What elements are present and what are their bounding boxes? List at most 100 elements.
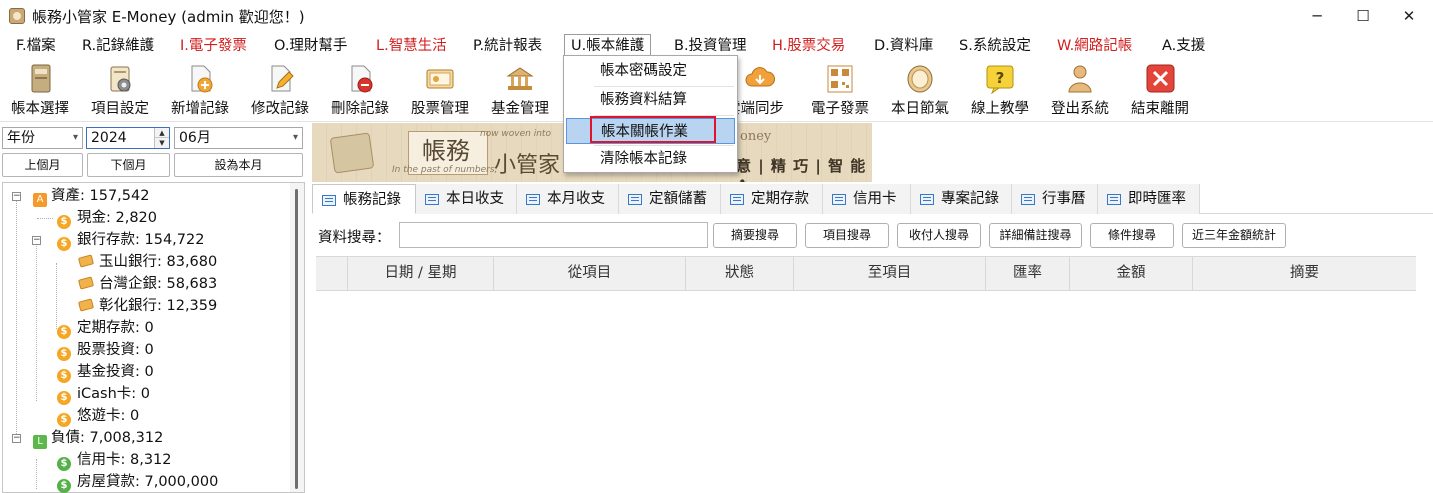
tab-exchange-rate[interactable]: 即時匯率 [1098, 184, 1200, 214]
tab-calendar[interactable]: 行事曆 [1012, 184, 1098, 214]
grid-header-selector[interactable] [316, 257, 348, 290]
dropdown-item-ledger-password[interactable]: 帳本密碼設定 [566, 58, 735, 84]
search-input[interactable] [399, 222, 708, 248]
tree-expander[interactable]: − [12, 434, 21, 443]
grid-header-date[interactable]: 日期 / 星期 [348, 257, 494, 290]
dropdown-item-clear-records[interactable]: 清除帳本記錄 [566, 146, 735, 172]
spin-up-icon[interactable]: ▲ [155, 128, 169, 138]
grid-header-from-item[interactable]: 從項目 [494, 257, 686, 290]
tree-node-assets[interactable]: A 資產: 157,542 [33, 185, 149, 207]
spin-down-icon[interactable]: ▼ [155, 138, 169, 148]
tree-node-fund-investment[interactable]: $ 基金投資: 0 [57, 361, 154, 383]
menu-file[interactable]: F.檔案 [10, 35, 62, 57]
grid-header-to-item[interactable]: 至項目 [794, 257, 986, 290]
tree-node-cash[interactable]: $ 現金: 2,820 [57, 207, 157, 229]
menu-reports[interactable]: P.統計報表 [467, 35, 548, 57]
tree-node-liabilities[interactable]: L 負債: 7,008,312 [33, 427, 163, 449]
menu-smart-life[interactable]: L.智慧生活 [370, 35, 453, 57]
tab-project-records[interactable]: 專案記錄 [911, 184, 1012, 214]
coin-icon: $ [57, 347, 71, 361]
payee-search-button[interactable]: 收付人搜尋 [897, 223, 981, 248]
menu-web-bookkeeping[interactable]: W.網路記帳 [1051, 35, 1138, 57]
edit-record-icon [264, 64, 296, 94]
account-tree[interactable]: − A 資產: 157,542 $ 現金: 2,820 − $ 銀行存款: 154,7… [2, 182, 305, 493]
grid-header-amount[interactable]: 金額 [1070, 257, 1193, 290]
tree-line [36, 241, 37, 401]
toolbar-item-settings[interactable]: 項目設定 [82, 62, 158, 120]
tree-node-credit-card[interactable]: $ 信用卡: 8,312 [57, 449, 172, 471]
card-icon [77, 298, 95, 312]
tree-node-bank-chb[interactable]: 彰化銀行: 12,359 [77, 295, 217, 317]
minimize-button[interactable]: ─ [1294, 0, 1340, 32]
toolbar-e-invoice[interactable]: 電子發票 [802, 62, 878, 120]
item-search-button[interactable]: 項目搜尋 [805, 223, 889, 248]
menu-support[interactable]: A.支援 [1156, 35, 1211, 57]
tree-node-bank-deposit[interactable]: $ 銀行存款: 154,722 [57, 229, 204, 251]
toolbar-fund-management[interactable]: 基金管理 [482, 62, 558, 120]
grid-header-rate[interactable]: 匯率 [986, 257, 1070, 290]
tree-node-icash[interactable]: $ iCash卡: 0 [57, 383, 150, 405]
tree-node-stock-investment[interactable]: $ 股票投資: 0 [57, 339, 154, 361]
coin-icon: $ [57, 479, 71, 493]
three-year-stats-button[interactable]: 近三年金額統計 [1182, 223, 1286, 248]
grid-header-status[interactable]: 狀態 [686, 257, 794, 290]
toolbar-delete-record[interactable]: 刪除記錄 [322, 62, 398, 120]
list-icon [425, 194, 439, 205]
tree-node-mortgage[interactable]: $ 房屋貸款: 7,000,000 [57, 471, 218, 493]
solar-term-icon [904, 64, 936, 94]
coin-icon: $ [57, 325, 71, 339]
tab-this-month[interactable]: 本月收支 [517, 184, 619, 214]
tree-line [37, 218, 53, 219]
grid-header-summary[interactable]: 摘要 [1193, 257, 1416, 290]
coin-icon: $ [57, 413, 71, 427]
records-grid[interactable]: 日期 / 星期 從項目 狀態 至項目 匯率 金額 摘要 [316, 256, 1416, 493]
tree-scrollbar[interactable] [290, 183, 304, 492]
maximize-button[interactable]: ☐ [1340, 0, 1386, 32]
menu-record-maintenance[interactable]: R.記錄維護 [76, 35, 160, 57]
toolbar-exit[interactable]: 結束離開 [1122, 62, 1198, 120]
exit-icon [1144, 64, 1176, 94]
menu-investment[interactable]: B.投資管理 [668, 35, 753, 57]
tab-time-deposit[interactable]: 定期存款 [721, 184, 823, 214]
toolbar-ledger-select[interactable]: 帳本選擇 [2, 62, 78, 120]
scrollbar-thumb[interactable] [295, 189, 298, 489]
detail-note-search-button[interactable]: 詳細備註搜尋 [989, 223, 1082, 248]
stock-icon [424, 64, 456, 94]
year-spinner[interactable]: 2024 ▲ ▼ [86, 127, 170, 149]
tab-credit-card[interactable]: 信用卡 [823, 184, 911, 214]
menu-system-settings[interactable]: S.系統設定 [953, 35, 1037, 57]
tab-fixed-savings[interactable]: 定額儲蓄 [619, 184, 721, 214]
toolbar-logout[interactable]: 登出系統 [1042, 62, 1118, 120]
menu-stock-trading[interactable]: H.股票交易 [766, 35, 851, 57]
summary-search-button[interactable]: 摘要搜尋 [713, 223, 797, 248]
condition-search-button[interactable]: 條件搜尋 [1090, 223, 1174, 248]
toolbar-edit-record[interactable]: 修改記錄 [242, 62, 318, 120]
toolbar-solar-term[interactable]: 本日節氣 [882, 62, 958, 120]
title-bar: 帳務小管家 E-Money (admin 歡迎您！) ─ ☐ ✕ [0, 0, 1433, 32]
menu-e-invoice[interactable]: I.電子發票 [174, 35, 253, 57]
list-icon [1107, 194, 1121, 205]
coin-icon: $ [57, 457, 71, 471]
tree-node-easycard[interactable]: $ 悠遊卡: 0 [57, 405, 139, 427]
tree-expander[interactable]: − [12, 192, 21, 201]
tree-expander[interactable]: − [32, 236, 41, 245]
menu-finance-helper[interactable]: O.理財幫手 [268, 35, 353, 57]
tree-node-bank-esun[interactable]: 玉山銀行: 83,680 [77, 251, 217, 273]
set-this-month-button[interactable]: 設為本月 [174, 153, 303, 177]
tree-node-bank-tbb[interactable]: 台灣企銀: 58,683 [77, 273, 217, 295]
tree-node-time-deposit[interactable]: $ 定期存款: 0 [57, 317, 154, 339]
chevron-down-icon: ▾ [292, 132, 298, 143]
close-button[interactable]: ✕ [1386, 0, 1432, 32]
spinner-buttons[interactable]: ▲ ▼ [154, 128, 169, 148]
month-select[interactable]: 06月 ▾ [174, 127, 303, 149]
toolbar-add-record[interactable]: 新增記錄 [162, 62, 238, 120]
dropdown-item-settle-data[interactable]: 帳務資料結算 [566, 87, 735, 113]
tab-ledger-records[interactable]: 帳務記錄 [312, 184, 416, 214]
toolbar-stock-management[interactable]: 股票管理 [402, 62, 478, 120]
prev-month-button[interactable]: 上個月 [2, 153, 83, 177]
tab-today[interactable]: 本日收支 [416, 184, 517, 214]
next-month-button[interactable]: 下個月 [87, 153, 170, 177]
toolbar-online-tutorial[interactable]: ? 線上教學 [962, 62, 1038, 120]
period-type-select[interactable]: 年份 ▾ [2, 127, 83, 149]
menu-database[interactable]: D.資料庫 [868, 35, 939, 57]
